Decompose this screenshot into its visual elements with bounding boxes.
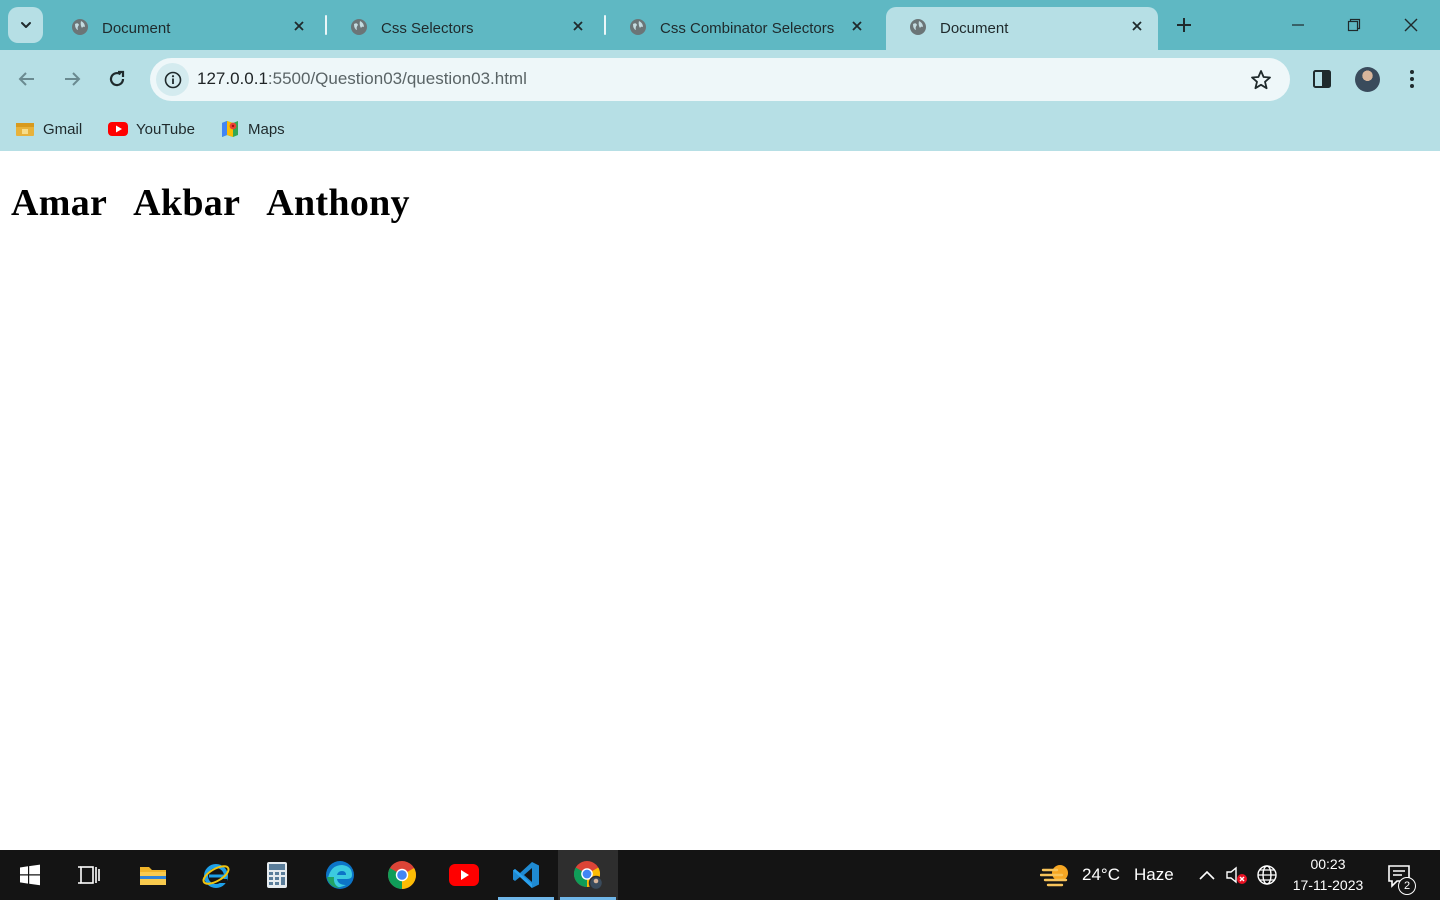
youtube-app-button[interactable] <box>434 850 494 900</box>
internet-explorer-icon <box>202 864 230 888</box>
file-explorer-icon <box>140 867 166 885</box>
calculator-icon <box>267 862 287 888</box>
start-button[interactable] <box>0 850 60 900</box>
tab-close-icon[interactable] <box>1128 17 1146 35</box>
plus-icon <box>1177 18 1191 32</box>
heading-anthony: Anthony <box>266 182 410 224</box>
vscode-icon <box>513 862 539 888</box>
chrome-profile-icon <box>573 861 604 891</box>
site-info-button[interactable] <box>156 63 189 96</box>
bookmark-label: Gmail <box>43 120 83 138</box>
calculator-button[interactable] <box>247 850 307 900</box>
profile-avatar[interactable] <box>1355 67 1380 92</box>
bookmark-maps[interactable]: Maps <box>220 117 285 141</box>
restore-button[interactable] <box>1334 8 1374 42</box>
close-window-button[interactable] <box>1391 8 1431 42</box>
tab-search-button[interactable] <box>8 7 43 43</box>
chevron-up-icon <box>1199 870 1215 880</box>
task-view-button[interactable] <box>60 850 120 900</box>
forward-button[interactable] <box>54 61 90 97</box>
tab-css-combinator-selectors[interactable]: Css Combinator Selectors <box>606 7 878 50</box>
reload-icon <box>109 70 125 87</box>
bookmark-gmail[interactable]: Gmail <box>15 117 82 141</box>
windows-taskbar: 24°C Haze 00:23 17-11-2023 <box>0 850 1440 900</box>
edge-button[interactable] <box>310 850 370 900</box>
tab-close-icon[interactable] <box>848 17 866 35</box>
address-bar[interactable]: 127.0.0.1:5500/Question03/question03.htm… <box>150 58 1290 101</box>
tab-title: Document <box>102 20 171 37</box>
globe-icon <box>72 19 88 35</box>
info-icon <box>164 71 181 88</box>
tab-document-active[interactable]: Document <box>886 7 1158 50</box>
youtube-app-icon <box>449 864 479 886</box>
chrome-menu-button[interactable] <box>1399 65 1425 93</box>
tab-title: Document <box>940 20 1009 37</box>
page-viewport: Amar Akbar Anthony <box>0 151 1440 850</box>
youtube-icon <box>108 122 128 136</box>
url-text[interactable]: 127.0.0.1:5500/Question03/question03.htm… <box>197 69 527 89</box>
edge-icon <box>326 861 354 889</box>
maps-icon <box>222 121 238 137</box>
show-hidden-icons-button[interactable] <box>1196 863 1218 887</box>
chrome-icon <box>388 861 416 889</box>
more-vertical-icon <box>1410 70 1414 88</box>
internet-explorer-button[interactable] <box>186 850 246 900</box>
gmail-icon <box>16 123 34 136</box>
tab-css-selectors[interactable]: Css Selectors <box>327 7 599 50</box>
restore-icon <box>1347 18 1361 32</box>
reload-button[interactable] <box>99 61 135 97</box>
weather-temp: 24°C <box>1082 865 1120 884</box>
arrow-left-icon <box>18 72 34 86</box>
globe-icon <box>630 19 646 35</box>
bookmark-label: YouTube <box>136 120 195 138</box>
tab-close-icon[interactable] <box>290 17 308 35</box>
url-host: 127.0.0.1 <box>197 69 268 88</box>
notification-count-badge: 2 <box>1398 877 1416 895</box>
start-icon <box>20 864 40 886</box>
back-button[interactable] <box>9 61 45 97</box>
volume-muted-icon <box>1226 866 1247 884</box>
url-path: :5500/Question03/question03.html <box>267 69 527 88</box>
heading-row: Amar Akbar Anthony <box>11 181 436 225</box>
haze-weather-icon <box>1040 865 1068 887</box>
clock-time: 00:23 <box>1310 856 1346 872</box>
minimize-icon <box>1292 24 1304 26</box>
side-panel-button[interactable] <box>1309 65 1335 93</box>
globe-icon <box>910 19 926 35</box>
tab-title: Css Selectors <box>381 20 474 37</box>
chevron-down-icon <box>20 22 31 28</box>
bookmark-youtube[interactable]: YouTube <box>108 117 195 141</box>
chrome-button[interactable] <box>372 850 432 900</box>
tab-strip: Document Css Selectors Css Combinator Se… <box>0 0 1440 50</box>
close-icon <box>1404 18 1418 32</box>
volume-button[interactable] <box>1224 863 1250 887</box>
bookmark-label: Maps <box>248 120 285 138</box>
bookmark-star-icon[interactable] <box>1250 69 1272 91</box>
browser-toolbar: 127.0.0.1:5500/Question03/question03.htm… <box>0 50 1440 108</box>
clock-date: 17-11-2023 <box>1292 877 1364 893</box>
tab-document-1[interactable]: Document <box>48 7 320 50</box>
heading-amar: Amar <box>11 182 108 224</box>
side-panel-icon <box>1313 70 1331 88</box>
tab-close-icon[interactable] <box>569 17 587 35</box>
file-explorer-button[interactable] <box>123 850 183 900</box>
tab-title: Css Combinator Selectors <box>660 20 835 37</box>
weather-desc: Haze <box>1133 865 1174 884</box>
minimize-button[interactable] <box>1278 8 1318 42</box>
vscode-button[interactable] <box>496 850 556 900</box>
clock[interactable]: 00:23 17-11-2023 <box>1284 854 1372 896</box>
heading-akbar: Akbar <box>133 182 241 224</box>
new-tab-button[interactable] <box>1170 10 1198 40</box>
chrome-profile-button[interactable] <box>558 850 618 900</box>
globe-icon <box>351 19 367 35</box>
network-button[interactable] <box>1255 863 1279 887</box>
bookmarks-bar: Gmail YouTube Maps <box>0 108 1440 151</box>
task-view-icon <box>78 866 100 884</box>
arrow-right-icon <box>65 72 81 86</box>
globe-network-icon <box>1257 865 1277 885</box>
weather-widget[interactable]: 24°C Haze <box>1040 862 1174 888</box>
